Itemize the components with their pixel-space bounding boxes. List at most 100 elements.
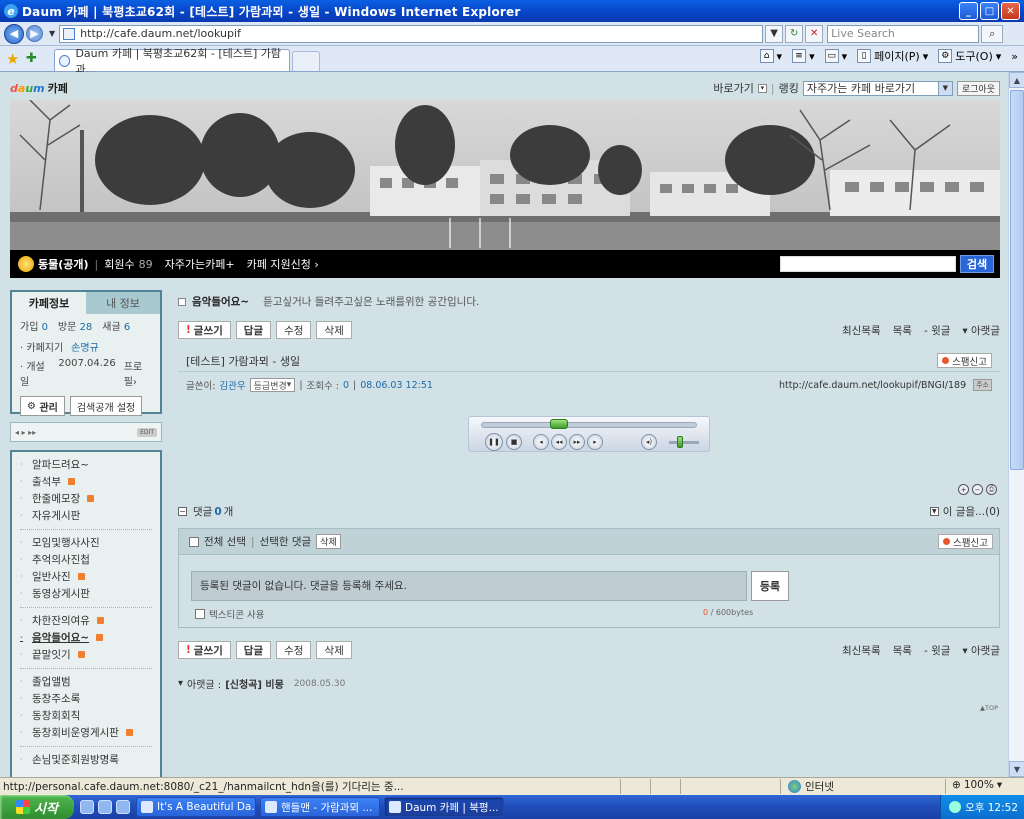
ranking-link[interactable]: 랭킹 [779,80,799,96]
cafe-search-button[interactable]: 검색 [960,255,994,273]
next-post-link[interactable]: ▾ 아랫글 [962,643,1000,658]
write-button[interactable]: ! 글쓰기 [178,321,231,339]
collapse-icon[interactable]: − [178,507,187,516]
search-go-icon[interactable]: ⌕ [981,24,1004,43]
select-all-checkbox[interactable] [189,536,199,547]
copy-url-button[interactable]: 주소 [973,379,992,391]
prev-post-link[interactable]: - 윗글 [924,643,950,658]
delete-button[interactable]: 삭제 [316,321,352,339]
menu-item[interactable]: · 동영상게시판 [12,585,160,602]
cafe-support-link[interactable]: 카페 지원신청 › [247,256,319,272]
stop-icon[interactable]: ■ [506,434,522,450]
menu-item[interactable]: · 동창주소록 [12,690,160,707]
list-link[interactable]: 목록 [893,643,912,658]
minimize-button[interactable]: _ [959,2,978,20]
shortcut-link[interactable]: 바로가기 [713,80,753,96]
author-link[interactable]: 김관우 [219,378,245,392]
comment-spam-button[interactable]: 스팸신고 [938,534,993,549]
vertical-scrollbar[interactable]: ▲ ▼ [1008,72,1024,777]
latest-list-link[interactable]: 최신목록 [842,643,881,658]
menu-item[interactable]: · 졸업앨범 [12,673,160,690]
previous-icon[interactable]: ◂ [533,434,549,450]
page-menu[interactable]: ▯ 페이지(P) ▾ [857,48,928,64]
maximize-button[interactable]: □ [980,2,999,20]
reply-button[interactable]: 답글 [235,641,272,659]
grade-change-button[interactable]: 등급변경 ▾ [249,378,296,392]
manage-button[interactable]: ⚙ 관리 [20,396,65,416]
quick-launch-icon[interactable] [116,800,130,814]
seek-knob[interactable] [550,419,569,429]
edit-button[interactable]: 수정 [276,641,312,659]
comment-textarea[interactable]: 등록된 댓글이 없습니다. 댓글을 등록해 주세요. [191,571,747,601]
tools-menu[interactable]: ⚙ 도구(O) ▾ [938,48,1001,64]
next-icon[interactable]: ▸ [587,434,603,450]
home-button[interactable]: ⌂ ▾ [759,49,782,63]
url-input[interactable]: http://cafe.daum.net/lookupif [59,24,764,43]
menu-item[interactable]: · 일반사진 [12,568,160,585]
scroll-up-icon[interactable]: ▲ [1009,72,1024,88]
board-title[interactable]: 음악들어요~ [192,294,249,309]
font-smaller-icon[interactable]: − [972,484,983,495]
menu-item[interactable]: · 차한잔의여유 [12,612,160,629]
comment-submit-button[interactable]: 등록 [751,571,789,601]
tab-cafe-info[interactable]: 카페정보 [12,292,86,314]
edit-button[interactable]: 수정 [276,321,312,339]
search-setting-button[interactable]: 검색공개 설정 [69,396,143,416]
menu-item[interactable]: · 손님및준회원방명록 [12,751,160,768]
reply-button[interactable]: 답글 [235,321,272,339]
this-post-menu[interactable]: ▼ 이 글을...(0) [929,504,1000,519]
volume-knob[interactable] [677,436,684,448]
refresh-icon[interactable]: ↻ [785,24,804,43]
menu-item[interactable]: · 한줄메모장 [12,490,160,507]
favorites-star-icon[interactable]: ★ [6,51,22,67]
close-button[interactable]: ✕ [1001,2,1020,20]
taskbar-window-button[interactable]: 핸들맨 - 가람과뫼 ... [260,797,380,817]
menu-item[interactable]: · 출석부 [12,473,160,490]
latest-list-link[interactable]: 최신목록 [842,323,881,338]
prev-post-link[interactable]: - 윗글 [924,323,950,338]
top-link[interactable]: ▲TOP [980,704,998,712]
cafe-name[interactable]: 동물(공개) [38,256,89,272]
volume-bar[interactable] [669,441,699,444]
forward-button[interactable]: ▶ [26,25,43,42]
tab-daum-cafe[interactable]: Daum 카페 | 북평초교62회 - [테스트] 가람과... [54,47,290,76]
rewind-icon[interactable]: ◂◂ [551,434,567,450]
menu-item[interactable]: · 자유게시판 [12,507,160,524]
quick-launch-icon[interactable] [80,800,94,814]
quick-cafe-select[interactable]: 자주가는 카페 바로가기 ▼ [802,80,953,96]
frequent-cafe-link[interactable]: 자주가는카페+ [165,256,235,272]
menu-item[interactable]: · 모임및행사사진 [12,534,160,551]
live-search-input[interactable]: Live Search [827,24,980,43]
feeds-button[interactable]: ≡ ▾ [792,49,815,63]
print-button[interactable]: ▭ ▾ [824,49,847,63]
font-larger-icon[interactable]: + [958,484,969,495]
daum-cafe-logo[interactable]: daum 카페 [10,80,68,96]
write-button[interactable]: ! 글쓰기 [178,641,231,659]
scroll-down-icon[interactable]: ▼ [1009,761,1024,777]
list-link[interactable]: 목록 [893,323,912,338]
emoticon-checkbox[interactable] [195,609,205,619]
url-dropdown-icon[interactable]: ▼ [765,24,784,43]
new-tab-button[interactable] [292,51,320,71]
start-button[interactable]: 시작 [0,795,74,819]
spam-report-button[interactable]: 스팸신고 [937,353,992,368]
print-icon[interactable]: ⎙ [986,484,997,495]
cafe-search-input[interactable] [780,256,956,272]
next-post-link[interactable]: ▾ 아랫글 [962,323,1000,338]
player-controls[interactable]: ◂ ▸ ▸▸ [15,428,36,437]
volume-icon[interactable]: ◂) [641,434,657,450]
delete-comments-button[interactable]: 삭제 [316,534,341,549]
menu-item[interactable]: · 알파드려요~ [12,456,160,473]
logout-button[interactable]: 로그아웃 [956,80,1000,96]
add-favorites-icon[interactable]: ✚ [26,51,42,67]
menu-item[interactable]: · 동창회비운영게시판 [12,724,160,741]
menu-item[interactable]: · 음악들어요~ [12,629,160,646]
taskbar-window-button[interactable]: Daum 카페 | 북평... [384,797,504,817]
menu-item[interactable]: · 끝말잇기 [12,646,160,663]
menu-item[interactable]: · 동창회회칙 [12,707,160,724]
fast-forward-icon[interactable]: ▸▸ [569,434,585,450]
stop-icon[interactable]: ✕ [805,24,824,43]
next-post-title[interactable]: [신청곡] 비몽 [225,676,284,691]
pause-icon[interactable]: ❚❚ [485,433,503,451]
seek-bar[interactable] [481,422,697,428]
